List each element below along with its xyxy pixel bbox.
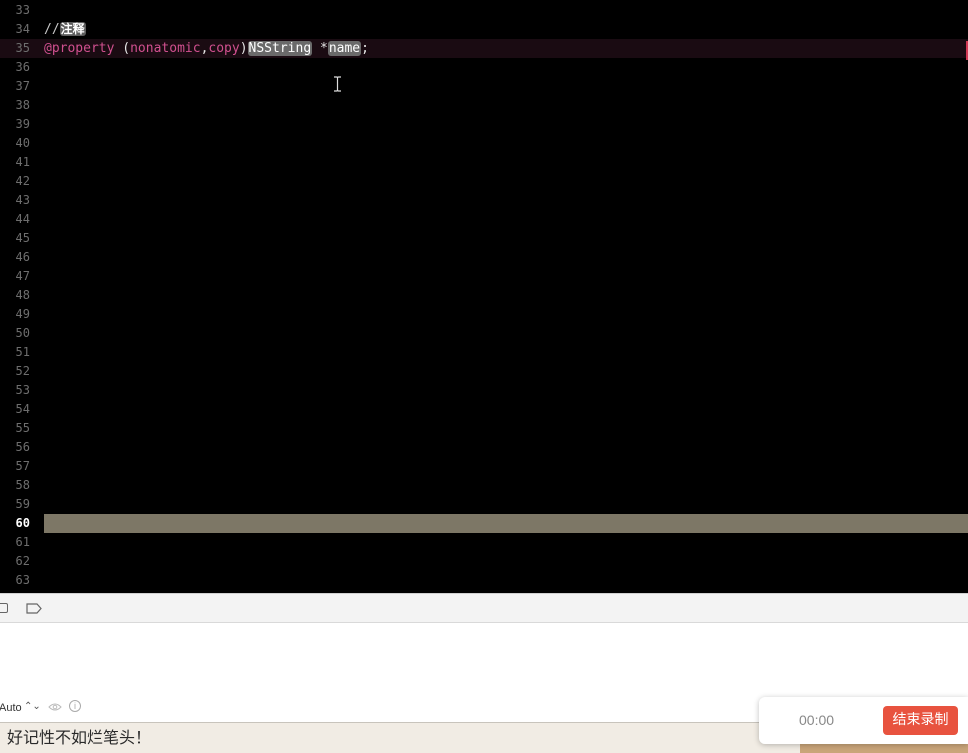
- info-icon[interactable]: i: [69, 700, 81, 712]
- code-line[interactable]: 44: [0, 210, 968, 229]
- code-line[interactable]: 46: [0, 248, 968, 267]
- line-number: 41: [15, 155, 30, 169]
- ibeam-cursor-icon: [333, 76, 342, 92]
- property-keyword: @property: [44, 41, 115, 56]
- code-punct: *: [312, 41, 328, 56]
- line-number: 42: [15, 174, 30, 188]
- line-number: 58: [15, 478, 30, 492]
- breakpoint-icon[interactable]: [26, 603, 42, 614]
- code-line[interactable]: 35 @property (nonatomic,copy)NSString *na…: [0, 39, 968, 58]
- code-punct: (: [114, 41, 131, 56]
- code-line[interactable]: 48: [0, 286, 968, 305]
- line-number: 40: [15, 136, 30, 150]
- line-number: 44: [15, 212, 30, 226]
- line-number: 35: [15, 41, 30, 55]
- code-line[interactable]: 61: [0, 533, 968, 552]
- recording-panel: 00:00 结束录制: [759, 697, 968, 744]
- console-footer: Auto ⌃⌄ i: [0, 697, 760, 721]
- code-punct: ;: [361, 41, 369, 56]
- line-number: 33: [15, 3, 30, 17]
- code-line[interactable]: 57: [0, 457, 968, 476]
- code-line[interactable]: 59: [0, 495, 968, 514]
- line-number: 45: [15, 231, 30, 245]
- chevron-updown-icon[interactable]: ⌃⌄: [24, 701, 41, 712]
- copy-keyword: copy: [208, 41, 240, 56]
- line-number: 43: [15, 193, 30, 207]
- code-line[interactable]: 43: [0, 191, 968, 210]
- line-number: 51: [15, 345, 30, 359]
- code-line[interactable]: 39: [0, 115, 968, 134]
- code-line[interactable]: 45: [0, 229, 968, 248]
- code-line[interactable]: 41: [0, 153, 968, 172]
- code-line[interactable]: 50: [0, 324, 968, 343]
- code-text[interactable]: @property (nonatomic,copy)NSString *name…: [44, 39, 369, 58]
- line-number: 53: [15, 383, 30, 397]
- line-number: 56: [15, 440, 30, 454]
- line-number: 38: [15, 98, 30, 112]
- line-number: 54: [15, 402, 30, 416]
- code-text[interactable]: //注释: [44, 20, 86, 39]
- line-number: 52: [15, 364, 30, 378]
- comment-text: 注释: [59, 22, 86, 36]
- code-line[interactable]: 40: [0, 134, 968, 153]
- code-line[interactable]: 36: [0, 58, 968, 77]
- stop-recording-button[interactable]: 结束录制: [883, 706, 958, 735]
- code-line[interactable]: 47: [0, 267, 968, 286]
- comment-prefix: //: [44, 22, 60, 37]
- code-line[interactable]: 62: [0, 552, 968, 571]
- code-line[interactable]: 42: [0, 172, 968, 191]
- line-number: 46: [15, 250, 30, 264]
- code-line[interactable]: 33: [0, 1, 968, 20]
- line-number: 60: [15, 516, 30, 530]
- code-line[interactable]: 63: [0, 571, 968, 590]
- code-line[interactable]: 53: [0, 381, 968, 400]
- debug-toolbar: [0, 593, 968, 623]
- code-punct: ): [239, 41, 248, 56]
- code-line[interactable]: 34 //注释: [0, 20, 968, 39]
- code-line[interactable]: 60: [0, 514, 968, 533]
- code-editor[interactable]: 33 34 //注释 35 @property (nonatomic,copy)NSSt…: [0, 0, 968, 593]
- eye-icon[interactable]: [48, 702, 62, 712]
- recording-timer: 00:00: [799, 712, 835, 728]
- code-line[interactable]: 52: [0, 362, 968, 381]
- current-line-highlight: [44, 514, 968, 533]
- line-number: 37: [15, 79, 30, 93]
- line-number: 55: [15, 421, 30, 435]
- variable-token: name: [327, 41, 362, 56]
- hide-debug-area-icon[interactable]: [0, 603, 8, 613]
- code-line[interactable]: 55: [0, 419, 968, 438]
- code-line[interactable]: 58: [0, 476, 968, 495]
- line-number: 39: [15, 117, 30, 131]
- line-number: 57: [15, 459, 30, 473]
- type-token: NSString: [247, 41, 313, 56]
- line-number: 59: [15, 497, 30, 511]
- filter-mode-select[interactable]: Auto: [0, 702, 22, 714]
- code-line[interactable]: 49: [0, 305, 968, 324]
- background-text: 好记性不如烂笔头！: [7, 728, 152, 747]
- code-line[interactable]: 38: [0, 96, 968, 115]
- code-line[interactable]: 54: [0, 400, 968, 419]
- line-number: 62: [15, 554, 30, 568]
- code-line[interactable]: 56: [0, 438, 968, 457]
- line-number: 36: [15, 60, 30, 74]
- line-number: 49: [15, 307, 30, 321]
- code-line[interactable]: 37: [0, 77, 968, 96]
- background-bits: [100, 748, 220, 753]
- line-number: 63: [15, 573, 30, 587]
- line-number: 47: [15, 269, 30, 283]
- nonatomic-keyword: nonatomic: [130, 41, 201, 56]
- line-number: 48: [15, 288, 30, 302]
- code-line[interactable]: 51: [0, 343, 968, 362]
- line-number: 34: [15, 22, 30, 36]
- line-number: 61: [15, 535, 30, 549]
- line-number: 50: [15, 326, 30, 340]
